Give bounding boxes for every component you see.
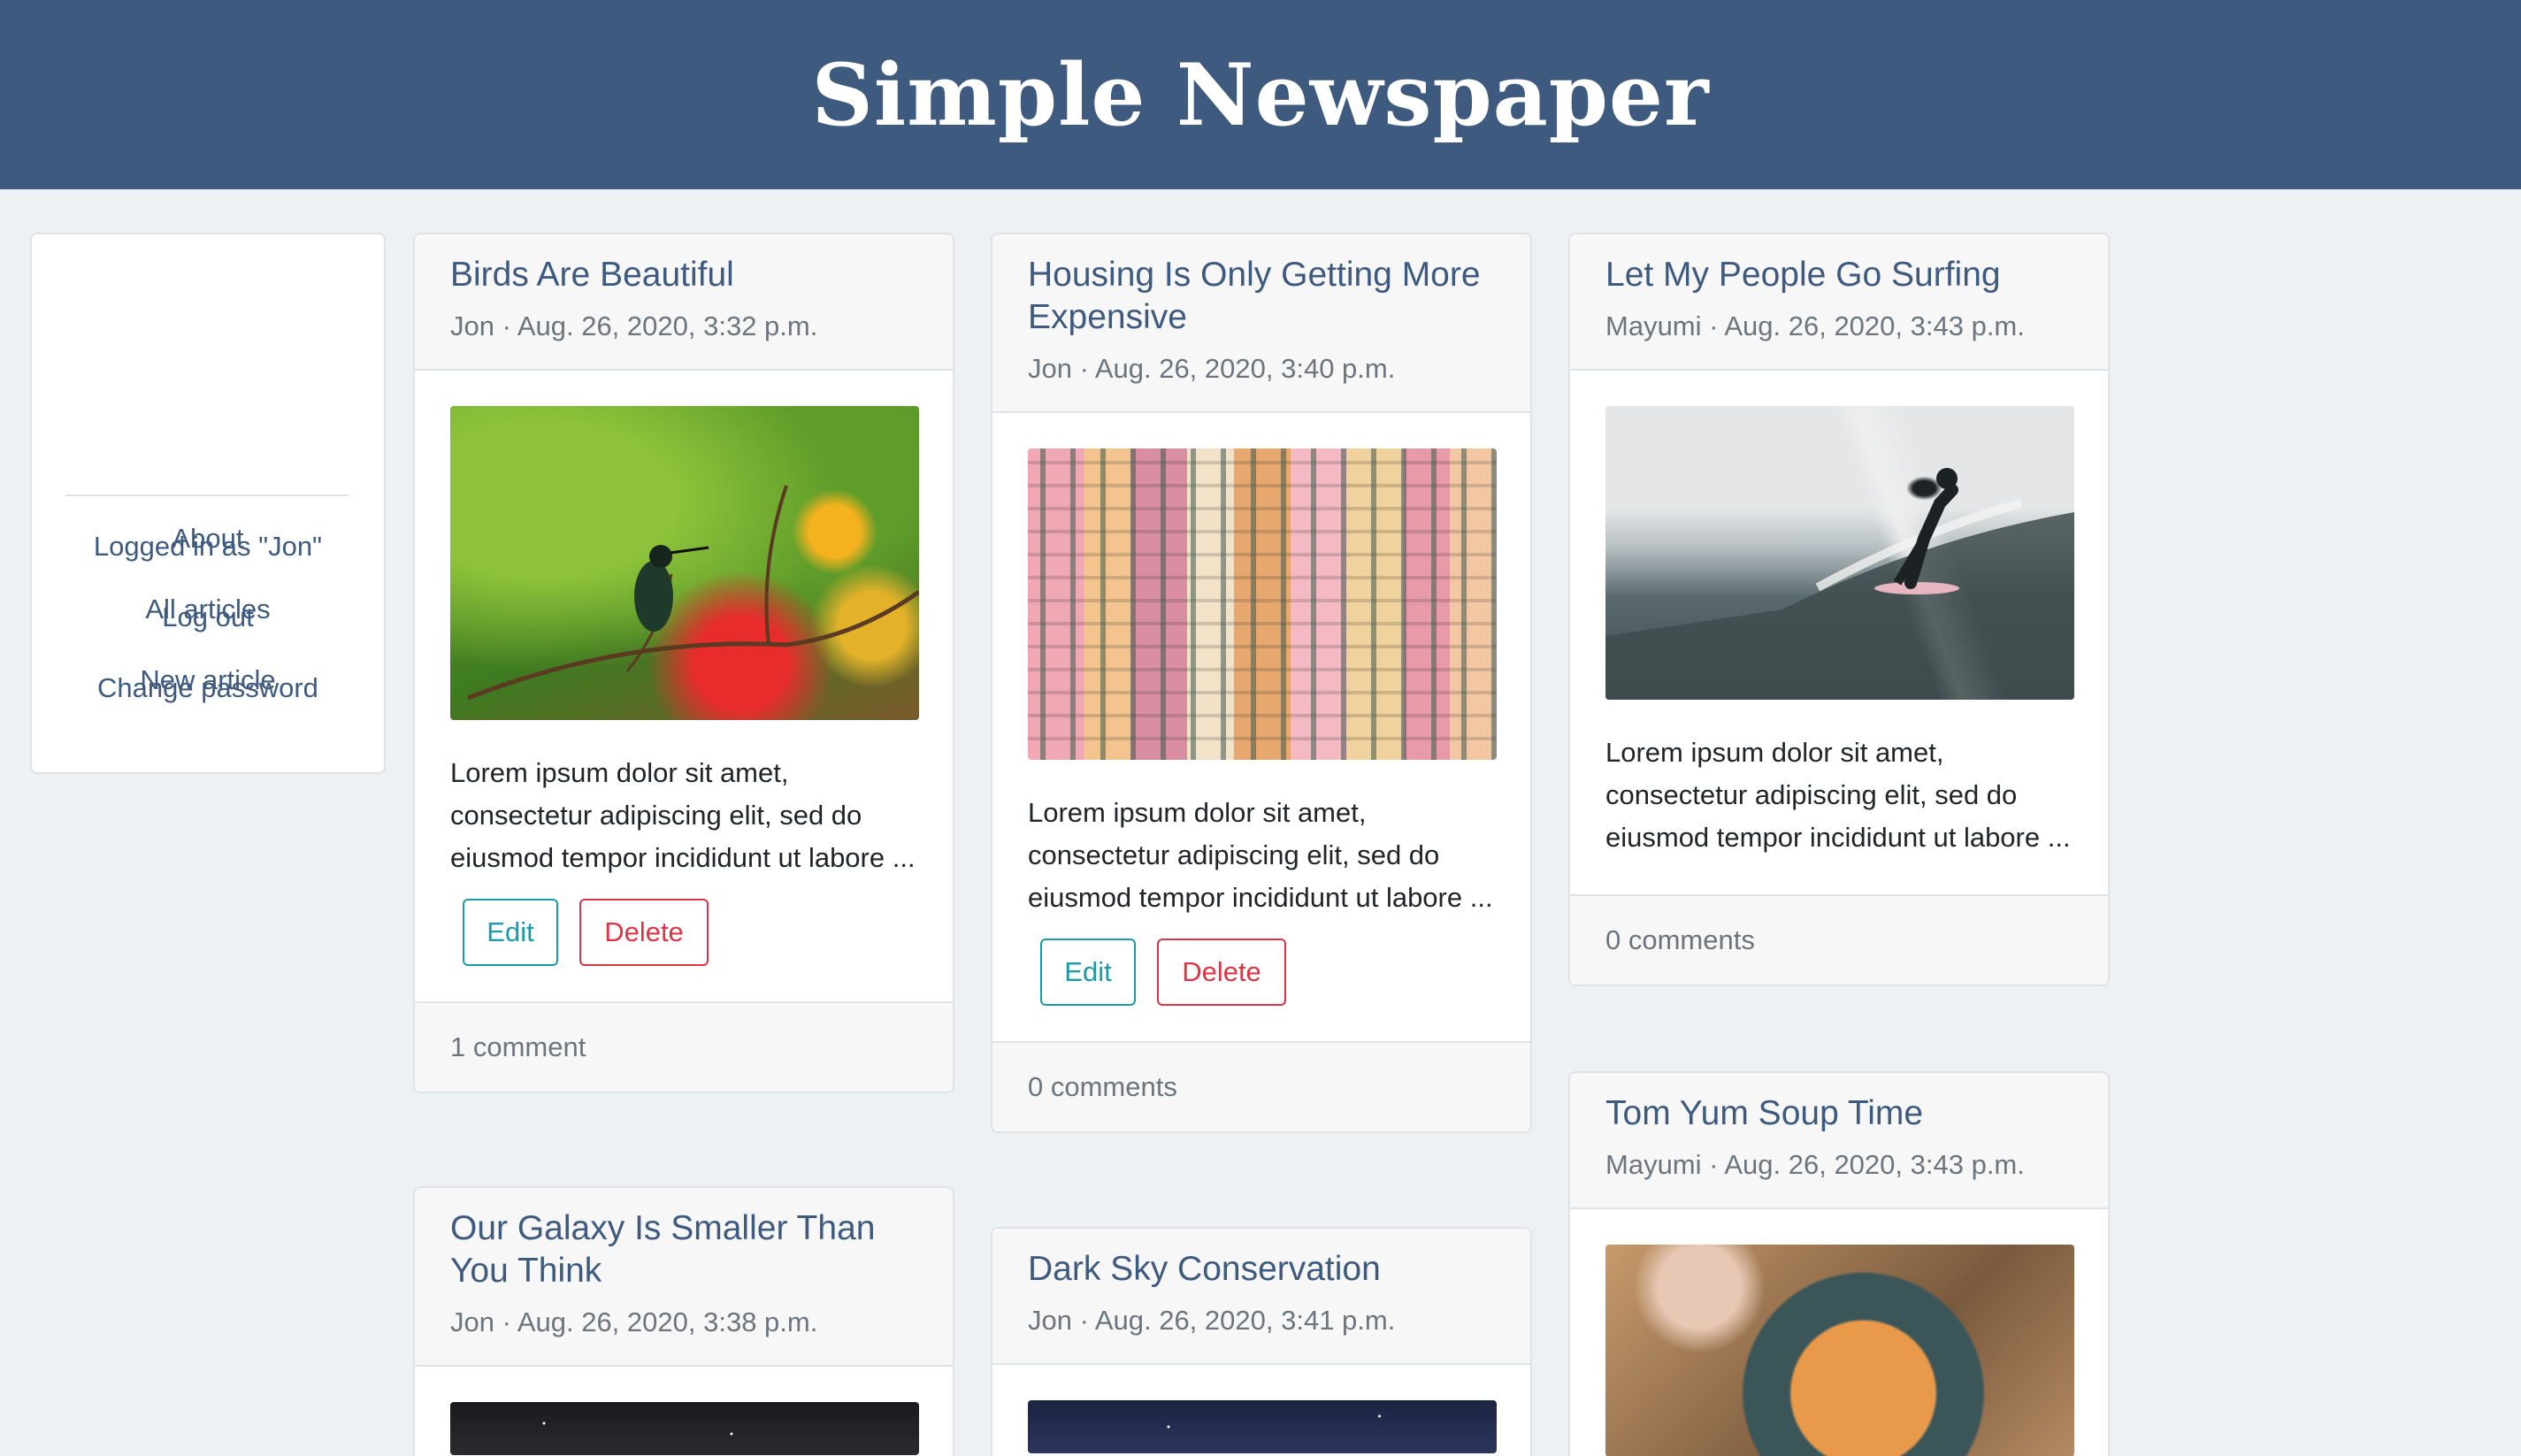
article-meta: Jon · Aug. 26, 2020, 3:32 p.m. [450, 310, 818, 341]
colorful-houses-image [1028, 448, 1497, 760]
bird-branch-illustration [467, 485, 919, 701]
card-body [992, 1365, 1530, 1456]
article-card: Dark Sky Conservation Jon · Aug. 26, 202… [991, 1227, 1532, 1456]
comments-count[interactable]: 0 comments [1570, 894, 2108, 985]
delete-button[interactable]: Delete [579, 899, 709, 966]
site-title[interactable]: Simple Newspaper [811, 45, 1709, 145]
surfer-illustration [1605, 468, 2074, 700]
card-header: Birds Are Beautiful Jon · Aug. 26, 2020,… [415, 234, 953, 371]
article-meta: Mayumi · Aug. 26, 2020, 3:43 p.m. [1605, 310, 2025, 341]
article-title[interactable]: Our Galaxy Is Smaller Than You Think [450, 1207, 917, 1292]
delete-button[interactable]: Delete [1157, 939, 1286, 1006]
night-sky-image [450, 1402, 919, 1455]
card-header: Housing Is Only Getting More Expensive J… [992, 234, 1530, 413]
card-body [1570, 1209, 2108, 1456]
article-card: Tom Yum Soup Time Mayumi · Aug. 26, 2020… [1568, 1071, 2110, 1456]
soup-bowl-image [1605, 1245, 2074, 1456]
starry-sky-image [1028, 1400, 1497, 1453]
article-meta: Mayumi · Aug. 26, 2020, 3:43 p.m. [1605, 1149, 2025, 1180]
card-body [415, 1367, 953, 1456]
article-actions: Edit Delete [1028, 939, 1495, 1006]
article-meta: Jon · Aug. 26, 2020, 3:38 p.m. [450, 1307, 818, 1337]
article-meta: Jon · Aug. 26, 2020, 3:41 p.m. [1028, 1305, 1396, 1336]
article-card: Birds Are Beautiful Jon · Aug. 26, 2020,… [413, 233, 954, 1093]
article-card: Our Galaxy Is Smaller Than You Think Jon… [413, 1186, 954, 1456]
article-excerpt: Lorem ipsum dolor sit amet, consectetur … [450, 757, 916, 873]
site-header: Simple Newspaper [0, 0, 2521, 189]
article-actions: Edit Delete [450, 899, 917, 966]
card-header: Tom Yum Soup Time Mayumi · Aug. 26, 2020… [1570, 1073, 2108, 1209]
comments-count[interactable]: 0 comments [992, 1041, 1530, 1131]
logged-in-label: Logged in as "Jon" [93, 531, 323, 562]
article-title[interactable]: Dark Sky Conservation [1028, 1248, 1495, 1291]
article-card: Let My People Go Surfing Mayumi · Aug. 2… [1568, 233, 2110, 986]
card-header: Dark Sky Conservation Jon · Aug. 26, 202… [992, 1229, 1530, 1365]
surfer-image [1605, 406, 2074, 700]
edit-button[interactable]: Edit [463, 899, 558, 966]
article-title[interactable]: Housing Is Only Getting More Expensive [1028, 254, 1495, 339]
article-meta: Jon · Aug. 26, 2020, 3:40 p.m. [1028, 353, 1396, 384]
article-card: Housing Is Only Getting More Expensive J… [991, 233, 1532, 1133]
card-body: Lorem ipsum dolor sit amet, consectetur … [415, 371, 953, 1001]
card-body: Lorem ipsum dolor sit amet, consectetur … [992, 413, 1530, 1041]
article-title[interactable]: Birds Are Beautiful [450, 254, 917, 296]
card-header: Let My People Go Surfing Mayumi · Aug. 2… [1570, 234, 2108, 371]
log-out-link[interactable]: Log out [30, 600, 386, 635]
card-body: Lorem ipsum dolor sit amet, consectetur … [1570, 371, 2108, 894]
edit-button[interactable]: Edit [1040, 939, 1136, 1006]
card-header: Our Galaxy Is Smaller Than You Think Jon… [415, 1188, 953, 1367]
change-password-link[interactable]: Change password [30, 671, 386, 706]
comments-count[interactable]: 1 comment [415, 1001, 953, 1092]
article-title[interactable]: Tom Yum Soup Time [1605, 1092, 2073, 1135]
article-title[interactable]: Let My People Go Surfing [1605, 254, 2073, 296]
article-excerpt: Lorem ipsum dolor sit amet, consectetur … [1605, 737, 2071, 853]
article-excerpt: Lorem ipsum dolor sit amet, consectetur … [1028, 797, 1493, 913]
hummingbird-image [450, 406, 919, 720]
